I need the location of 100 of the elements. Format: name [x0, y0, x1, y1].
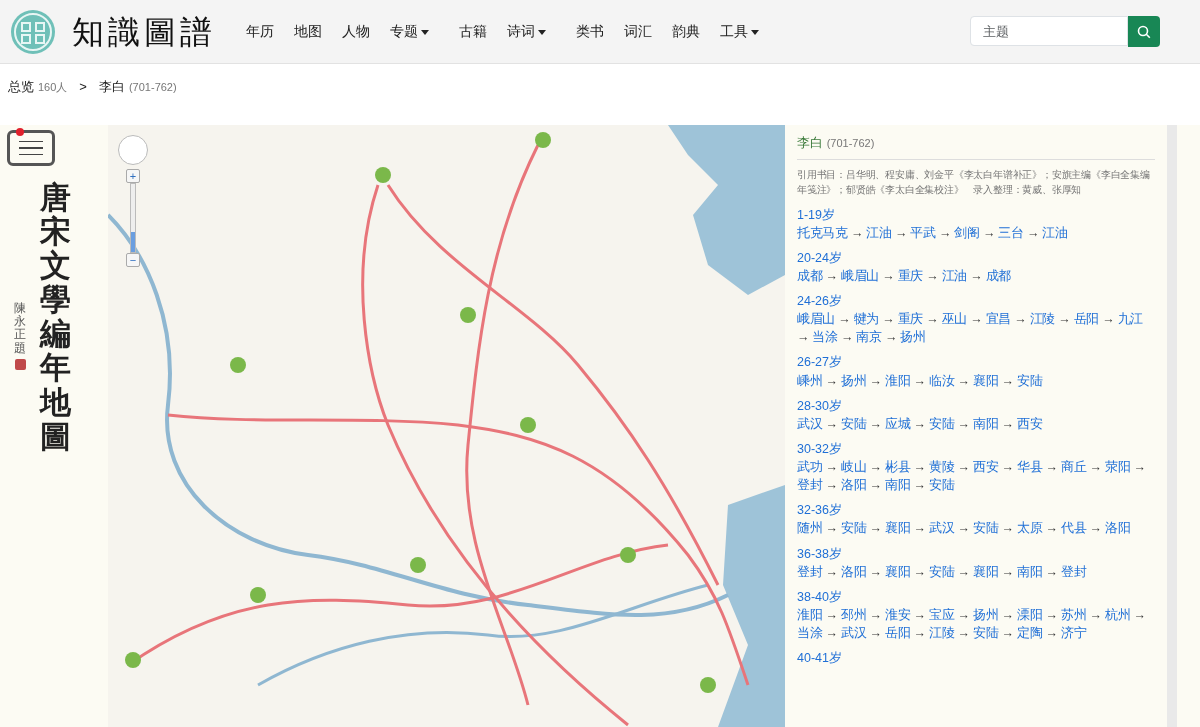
place-link[interactable]: 华县 — [1016, 460, 1043, 474]
place-link[interactable]: 南京 — [856, 330, 882, 345]
breadcrumb-link[interactable]: 总览 — [8, 77, 34, 97]
place-link[interactable]: 太原 — [1016, 521, 1043, 536]
nav-link[interactable]: 地图 — [288, 17, 328, 46]
place-link[interactable]: 襄阳 — [884, 564, 911, 579]
place-link[interactable]: 邳州 — [841, 607, 867, 622]
arrow-text: → — [825, 521, 838, 536]
place-link[interactable]: 淮安 — [884, 607, 911, 622]
nav-link[interactable]: 词汇 — [618, 17, 658, 46]
place-link[interactable]: 平武 — [910, 225, 936, 240]
place-link[interactable]: 溧阳 — [1016, 607, 1043, 622]
place-link[interactable]: 西安 — [1016, 416, 1043, 431]
place-link[interactable]: 武汉 — [797, 416, 823, 431]
place-link[interactable]: 扬州 — [841, 373, 867, 388]
place-link[interactable]: 重庆 — [897, 312, 924, 327]
place-link[interactable]: 洛阳 — [841, 478, 867, 493]
place-link[interactable]: 黄陵 — [928, 460, 955, 474]
place-link[interactable]: 南阳 — [884, 478, 911, 493]
dropdown-toggle-link[interactable]: 工具 — [714, 17, 765, 46]
place-link[interactable]: 商丘 — [1060, 460, 1087, 474]
place-link[interactable]: 江陵 — [1029, 312, 1056, 327]
place-link[interactable]: 托克马克 — [797, 225, 848, 240]
place-link[interactable]: 南阳 — [972, 416, 999, 431]
place-link[interactable]: 扬州 — [972, 607, 999, 622]
place-link[interactable]: 岐山 — [841, 460, 867, 474]
place-link[interactable]: 济宁 — [1060, 626, 1087, 640]
place-link[interactable]: 登封 — [1060, 564, 1087, 579]
place-link[interactable]: 扬州 — [900, 330, 926, 345]
search-field[interactable]: 主题 — [970, 16, 1128, 46]
place-link[interactable]: 安陆 — [841, 416, 867, 431]
place-link[interactable]: 岳阳 — [1073, 312, 1099, 327]
place-link[interactable]: 登封 — [797, 478, 823, 493]
age-heading: 1-19岁 — [797, 206, 837, 224]
place-link[interactable]: 安陆 — [928, 478, 955, 493]
place-link[interactable]: 巫山 — [941, 312, 968, 327]
place-link[interactable]: 宜昌 — [985, 312, 1012, 327]
search-button[interactable] — [1128, 16, 1160, 47]
place-link[interactable]: 洛阳 — [841, 564, 867, 579]
arrow-text: → — [882, 268, 895, 283]
zoom-in-button[interactable]: + — [126, 169, 140, 183]
place-link[interactable]: 当涂 — [797, 626, 823, 640]
nav-link[interactable]: 人物 — [336, 17, 376, 46]
place-link[interactable]: 苏州 — [1060, 607, 1087, 622]
place-link[interactable]: 安陆 — [972, 626, 999, 640]
place-link[interactable]: 峨眉山 — [797, 312, 836, 327]
nav-link[interactable]: 年历 — [240, 17, 280, 46]
place-link[interactable]: 西安 — [972, 460, 999, 474]
place-link[interactable]: 随州 — [797, 521, 823, 536]
place-link[interactable]: 淮阳 — [797, 607, 823, 622]
place-link[interactable]: 安陆 — [972, 521, 999, 536]
dropdown-toggle-link[interactable]: 专题 — [384, 17, 435, 46]
place-link[interactable]: 江陵 — [928, 626, 955, 640]
place-link[interactable]: 武功 — [797, 460, 823, 474]
place-link[interactable]: 重庆 — [897, 268, 924, 283]
place-link[interactable]: 九江 — [1117, 312, 1143, 327]
place-link[interactable]: 定陶 — [1016, 626, 1043, 640]
place-link[interactable]: 成都 — [985, 268, 1012, 283]
place-link[interactable]: 剑阁 — [954, 225, 980, 240]
place-link[interactable]: 杭州 — [1104, 607, 1131, 622]
zoom-out-button[interactable]: − — [126, 253, 140, 267]
nav-link[interactable]: 类书 — [570, 17, 610, 46]
place-link[interactable]: 安陆 — [928, 416, 955, 431]
place-link[interactable]: 江油 — [941, 268, 968, 283]
place-link[interactable]: 安陆 — [928, 564, 955, 579]
place-link[interactable]: 岳阳 — [884, 626, 911, 640]
place-link[interactable]: 江油 — [866, 225, 892, 240]
nav-link[interactable]: 古籍 — [453, 17, 493, 46]
menu-button[interactable] — [7, 130, 55, 166]
place-link[interactable]: 嵊州 — [797, 373, 823, 388]
place-link[interactable]: 当涂 — [812, 330, 838, 345]
place-link[interactable]: 南阳 — [1016, 564, 1043, 579]
breadcrumb-separator: > — [79, 78, 87, 97]
dropdown-toggle-link[interactable]: 诗词 — [501, 17, 552, 46]
place-link[interactable]: 武汉 — [928, 521, 955, 536]
place-link[interactable]: 江油 — [1042, 225, 1068, 240]
place-link[interactable]: 应城 — [884, 416, 911, 431]
place-link[interactable]: 安陆 — [841, 521, 867, 536]
arrow-text: → — [1001, 607, 1014, 622]
place-link[interactable]: 襄阳 — [972, 373, 999, 388]
place-link[interactable]: 成都 — [797, 268, 823, 283]
place-link[interactable]: 襄阳 — [884, 521, 911, 536]
place-link[interactable]: 登封 — [797, 564, 823, 579]
place-link[interactable]: 彬县 — [884, 460, 911, 474]
place-link[interactable]: 荥阳 — [1104, 460, 1131, 474]
place-link[interactable]: 临汝 — [928, 373, 955, 388]
place-link[interactable]: 犍为 — [853, 312, 880, 327]
zoom-slider[interactable] — [130, 183, 136, 253]
place-link[interactable]: 安陆 — [1016, 373, 1043, 388]
nav-link[interactable]: 韵典 — [666, 17, 706, 46]
place-link[interactable]: 峨眉山 — [841, 268, 880, 283]
place-link[interactable]: 襄阳 — [972, 564, 999, 579]
place-link[interactable]: 武汉 — [841, 626, 867, 640]
place-link[interactable]: 代县 — [1060, 521, 1087, 536]
place-link[interactable]: 三台 — [998, 225, 1024, 240]
place-link[interactable]: 洛阳 — [1104, 521, 1131, 536]
site-title[interactable]: 知識圖譜 — [72, 7, 216, 56]
place-link[interactable]: 宝应 — [928, 607, 955, 622]
place-link[interactable]: 淮阳 — [884, 373, 911, 388]
arrow-text: → — [913, 478, 926, 493]
